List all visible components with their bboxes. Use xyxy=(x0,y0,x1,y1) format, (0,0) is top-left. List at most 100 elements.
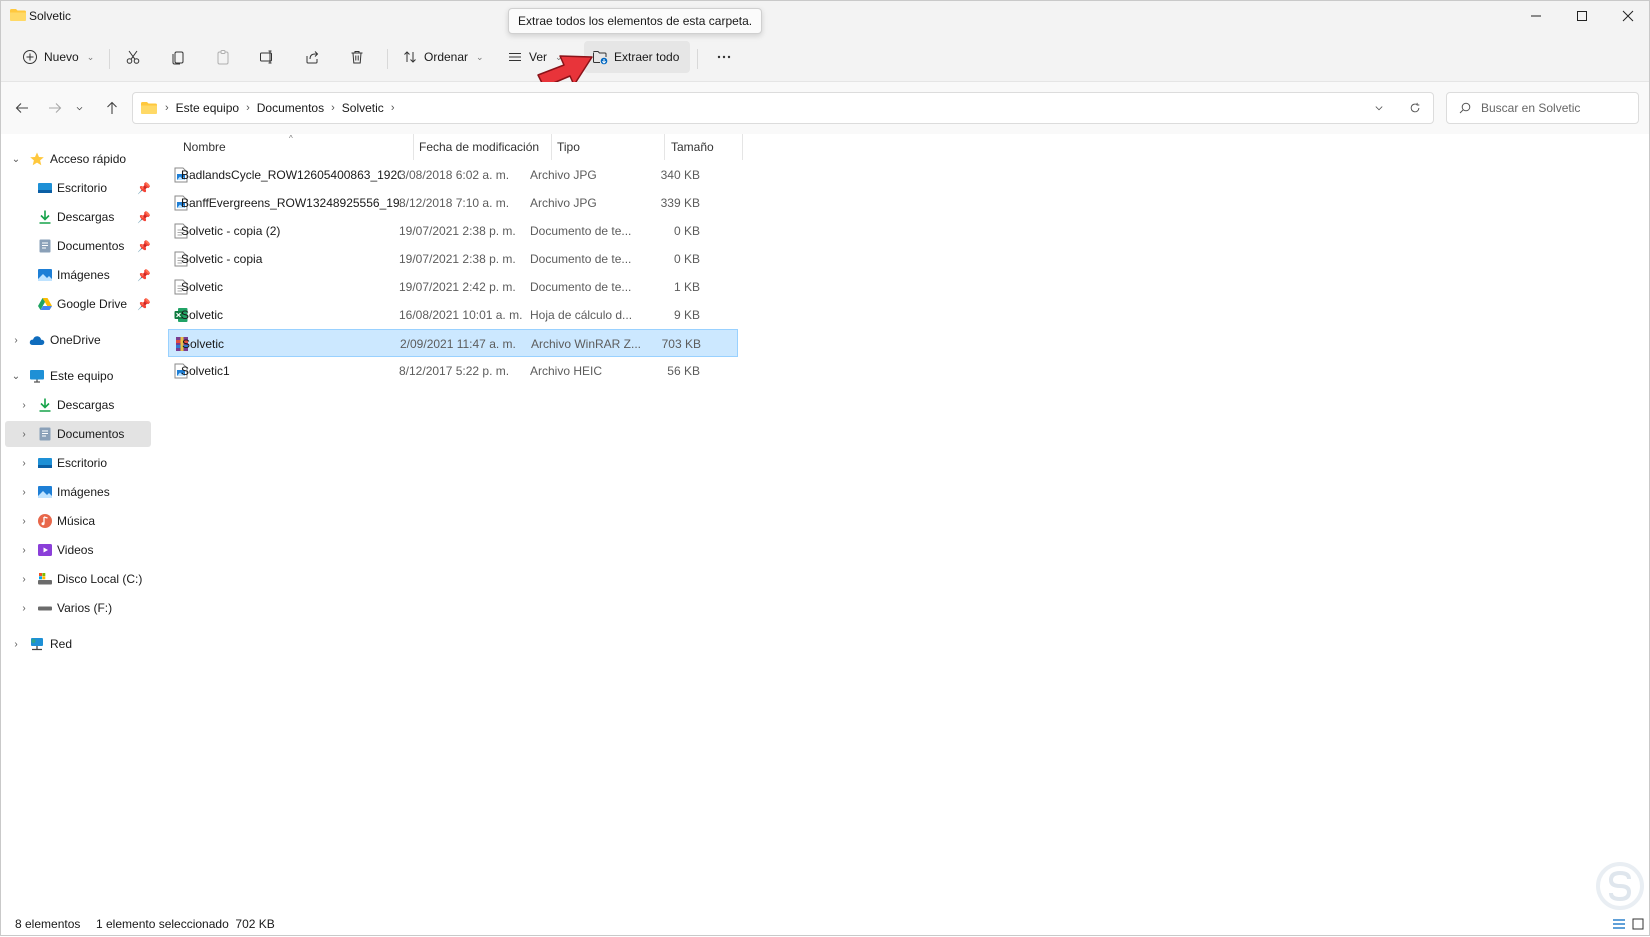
sidebar-item-pc-documentos[interactable]: › Documentos xyxy=(5,421,151,447)
collapse-chevron-icon[interactable]: ⌄ xyxy=(11,154,21,165)
new-label: Nuevo xyxy=(44,50,79,64)
column-divider[interactable] xyxy=(664,134,665,160)
breadcrumb-separator[interactable]: › xyxy=(329,102,337,114)
column-header-modified[interactable]: Fecha de modificación xyxy=(419,134,539,160)
column-header-type[interactable]: Tipo xyxy=(557,134,580,160)
expand-chevron-icon[interactable]: › xyxy=(19,516,29,527)
back-button[interactable] xyxy=(10,96,34,120)
sort-icon xyxy=(404,51,416,63)
sidebar-item-onedrive[interactable]: › OneDrive xyxy=(5,327,151,353)
command-bar: Nuevo ⌄ Ordenar ⌄ Ver ⌄ Extraer todo xyxy=(1,31,1649,82)
column-header-name[interactable]: Nombre xyxy=(183,134,226,160)
title-bar: Solvetic xyxy=(1,1,1649,31)
file-name: Solvetic - copia xyxy=(181,252,263,266)
table-row[interactable]: Solvetic - copia (2) 19/07/2021 2:38 p. m… xyxy=(168,217,738,245)
paste-button[interactable] xyxy=(207,41,239,73)
address-bar[interactable]: › Este equipo › Documentos › Solvetic › xyxy=(132,92,1434,124)
table-row[interactable]: Solvetic1 8/12/2017 5:22 p. m. Archivo HEI… xyxy=(168,357,738,385)
rename-icon xyxy=(260,50,272,64)
search-input[interactable] xyxy=(1481,101,1631,115)
collapse-chevron-icon[interactable]: ⌄ xyxy=(11,371,21,382)
breadcrumb-este-equipo[interactable]: Este equipo xyxy=(171,101,244,115)
delete-button[interactable] xyxy=(341,41,373,73)
breadcrumb-documentos[interactable]: Documentos xyxy=(252,101,329,115)
sidebar-item-pc-musica[interactable]: › Música xyxy=(5,508,151,534)
table-row[interactable]: BanffEvergreens_ROW13248925556_1920... 8/… xyxy=(168,189,738,217)
sidebar-item-pc-varios[interactable]: › Varios (F:) xyxy=(5,595,151,621)
recent-locations-button[interactable] xyxy=(72,96,86,120)
minimize-button[interactable] xyxy=(1513,1,1559,31)
arrow-left-icon xyxy=(15,103,28,113)
address-history-button[interactable] xyxy=(1361,103,1397,113)
expand-chevron-icon[interactable]: › xyxy=(19,574,29,585)
file-date: 8/12/2017 5:22 p. m. xyxy=(399,364,510,378)
sidebar-item-escritorio[interactable]: Escritorio 📌 xyxy=(5,175,151,201)
share-button[interactable] xyxy=(296,41,328,73)
sidebar-item-descargas[interactable]: Descargas 📌 xyxy=(5,204,151,230)
breadcrumb-separator[interactable]: › xyxy=(163,102,171,114)
folder-icon xyxy=(10,9,26,21)
sidebar-item-label: Documentos xyxy=(57,427,125,441)
table-row[interactable]: Solvetic 16/08/2021 10:01 a. m. Hoja de cá… xyxy=(168,301,738,329)
sort-label: Ordenar xyxy=(424,50,469,64)
pin-icon: 📌 xyxy=(137,211,151,224)
sidebar-item-acceso-rapido[interactable]: ⌄ Acceso rápido xyxy=(5,146,151,172)
expand-chevron-icon[interactable]: › xyxy=(19,400,29,411)
forward-button[interactable] xyxy=(43,96,67,120)
new-button[interactable]: Nuevo ⌄ xyxy=(14,41,102,73)
folder-icon xyxy=(141,102,157,114)
expand-chevron-icon[interactable]: › xyxy=(11,639,21,650)
column-header-size[interactable]: Tamaño xyxy=(671,134,714,160)
copy-button[interactable] xyxy=(162,41,194,73)
more-options-button[interactable] xyxy=(708,41,740,73)
sidebar-item-este-equipo[interactable]: ⌄ Este equipo xyxy=(5,363,151,389)
expand-chevron-icon[interactable]: › xyxy=(19,429,29,440)
close-icon xyxy=(1622,10,1634,22)
extract-all-button[interactable]: Extraer todo xyxy=(584,41,691,73)
paste-icon xyxy=(217,50,229,65)
file-date: 3/08/2018 6:02 a. m. xyxy=(399,168,510,182)
expand-chevron-icon[interactable]: › xyxy=(11,335,21,346)
breadcrumb-separator[interactable]: › xyxy=(244,102,252,114)
up-button[interactable] xyxy=(100,96,124,120)
sidebar-item-pc-escritorio[interactable]: › Escritorio xyxy=(5,450,151,476)
sidebar-item-pc-disco-local[interactable]: › Disco Local (C:) xyxy=(5,566,151,592)
expand-chevron-icon[interactable]: › xyxy=(19,603,29,614)
column-divider[interactable] xyxy=(742,134,743,160)
sort-button[interactable]: Ordenar ⌄ xyxy=(394,41,492,73)
chevron-down-icon: ⌄ xyxy=(476,51,484,62)
close-button[interactable] xyxy=(1605,1,1650,31)
breadcrumb-separator[interactable]: › xyxy=(389,102,397,114)
rename-button[interactable] xyxy=(251,41,283,73)
sidebar-item-red[interactable]: › Red xyxy=(5,631,151,657)
expand-chevron-icon[interactable]: › xyxy=(19,458,29,469)
sidebar-item-label: Imágenes xyxy=(57,268,110,282)
table-row[interactable]: Solvetic 19/07/2021 2:42 p. m. Documento d… xyxy=(168,273,738,301)
file-name: Solvetic - copia (2) xyxy=(181,224,281,238)
column-divider[interactable] xyxy=(551,134,552,160)
sidebar-item-pc-imagenes[interactable]: › Imágenes xyxy=(5,479,151,505)
sidebar-item-imagenes[interactable]: Imágenes 📌 xyxy=(5,262,151,288)
table-row[interactable]: Solvetic 2/09/2021 11:47 a. m. Archivo Win… xyxy=(168,329,738,357)
file-size: 340 KB xyxy=(660,168,700,182)
table-row[interactable]: BadlandsCycle_ROW12605400863_1920x1...3/… xyxy=(168,161,738,189)
expand-chevron-icon[interactable]: › xyxy=(19,545,29,556)
documents-icon xyxy=(37,238,53,254)
sidebar-item-pc-descargas[interactable]: › Descargas xyxy=(5,392,151,418)
sidebar-item-documentos[interactable]: Documentos 📌 xyxy=(5,233,151,259)
expand-chevron-icon[interactable]: › xyxy=(19,487,29,498)
network-icon xyxy=(29,636,45,652)
cut-button[interactable] xyxy=(117,41,149,73)
breadcrumb-solvetic[interactable]: Solvetic xyxy=(337,101,389,115)
cloud-icon xyxy=(29,332,45,348)
refresh-button[interactable] xyxy=(1397,102,1433,114)
sidebar-item-google-drive[interactable]: Google Drive 📌 xyxy=(5,291,151,317)
table-row[interactable]: Solvetic - copia 19/07/2021 2:38 p. m. Doc… xyxy=(168,245,738,273)
sidebar-item-pc-videos[interactable]: › Videos xyxy=(5,537,151,563)
column-divider[interactable] xyxy=(413,134,414,160)
search-icon xyxy=(1459,102,1471,114)
file-type: Documento de te... xyxy=(530,280,632,294)
maximize-button[interactable] xyxy=(1559,1,1605,31)
star-icon xyxy=(29,151,45,167)
search-box[interactable] xyxy=(1446,92,1639,124)
